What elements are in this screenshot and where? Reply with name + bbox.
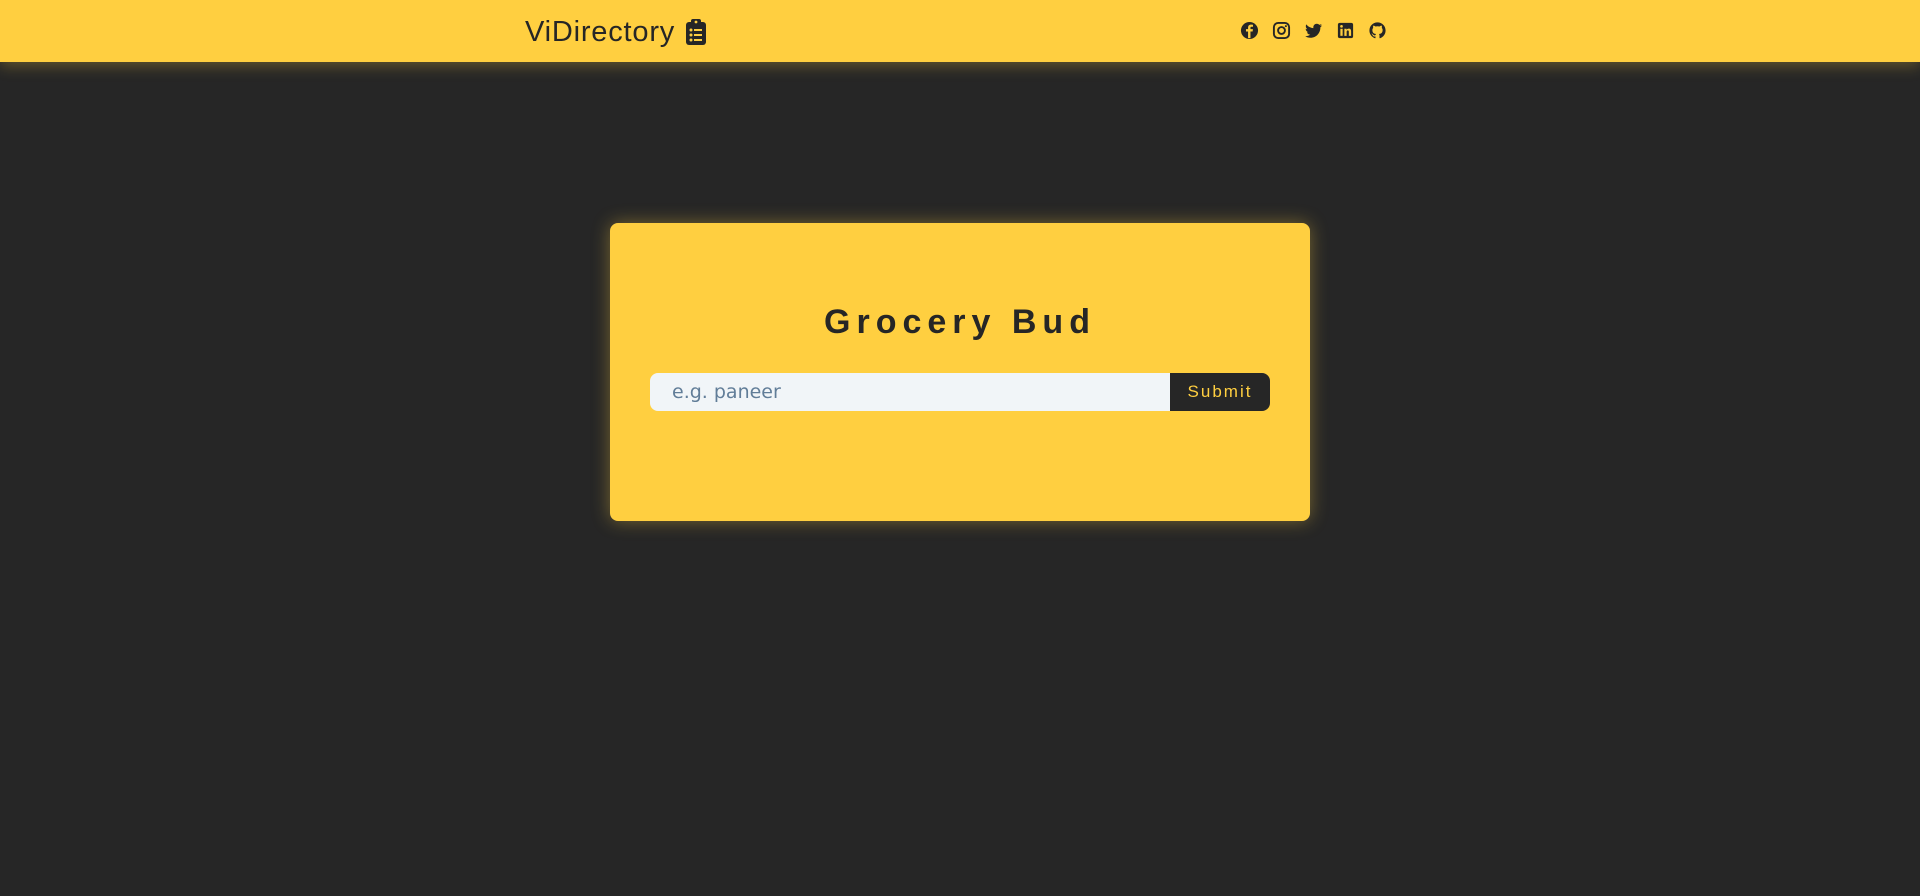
linkedin-icon[interactable] [1336,21,1355,40]
social-links [1240,21,1387,40]
grocery-input[interactable] [650,373,1170,411]
navbar: ViDirectory [0,0,1920,62]
twitter-icon[interactable] [1304,21,1323,40]
grocery-card: Grocery Bud Submit [610,223,1310,521]
submit-button[interactable]: Submit [1170,373,1270,411]
clipboard-list-icon [685,18,707,46]
brand-name: ViDirectory [525,15,676,48]
instagram-icon[interactable] [1272,21,1291,40]
grocery-form: Submit [650,373,1270,411]
facebook-icon[interactable] [1240,21,1259,40]
brand-link[interactable]: ViDirectory [525,14,707,50]
card-title: Grocery Bud [824,303,1096,341]
github-icon[interactable] [1368,21,1387,40]
